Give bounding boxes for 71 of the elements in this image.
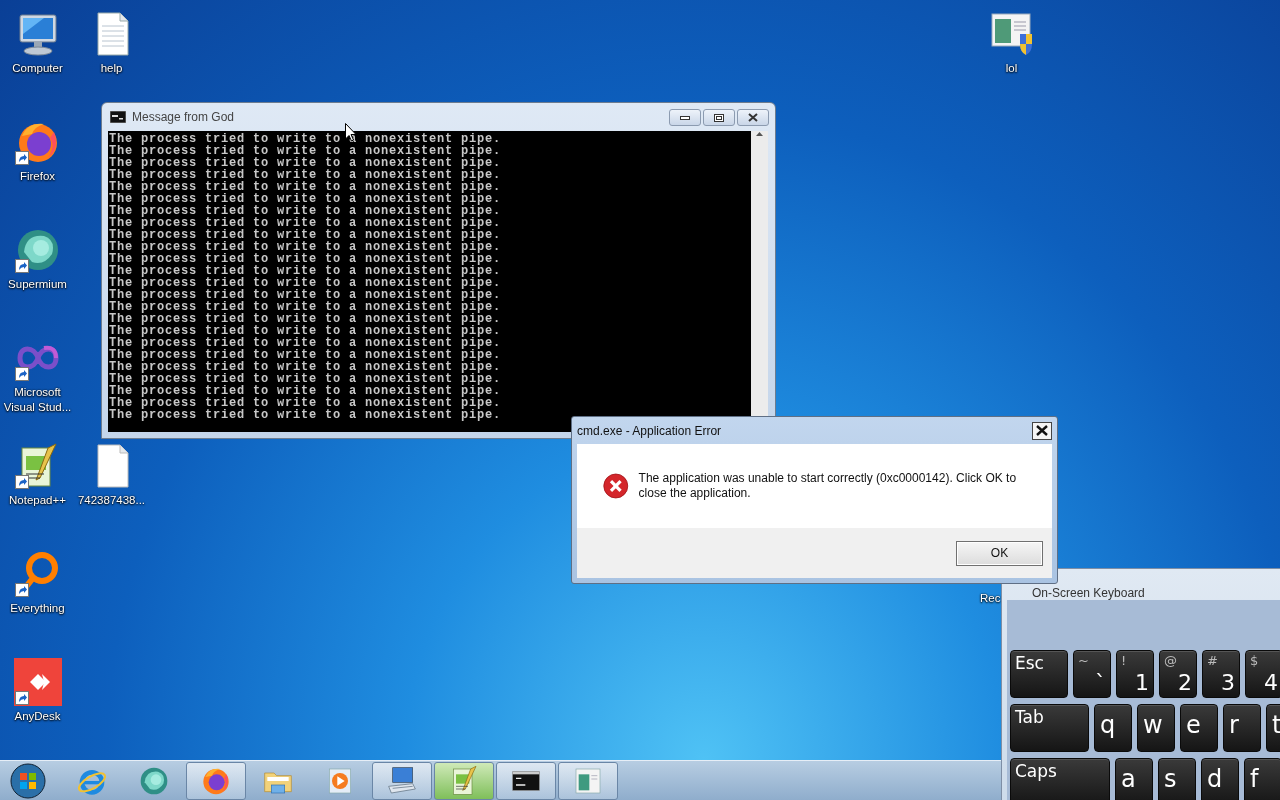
console-line: The process tried to write to a nonexistent pipe. [109, 169, 502, 181]
console-line: The process tried to write to a nonexistent pipe. [109, 397, 502, 409]
icon-label[interactable]: Firefox [19, 169, 56, 184]
console-line: The process tried to write to a nonexistent pipe. [109, 349, 502, 361]
minimize-button[interactable] [669, 109, 701, 126]
console-line: The process tried to write to a nonexistent pipe. [109, 217, 502, 229]
console-line: The process tried to write to a nonexistent pipe. [109, 325, 502, 337]
keyboard-key[interactable]: s [1158, 758, 1196, 800]
icon-label[interactable]: Rec [980, 591, 1001, 606]
close-button[interactable] [737, 109, 769, 126]
error-icon [603, 470, 629, 502]
icon-label[interactable]: Everything [10, 601, 65, 616]
dialog-title: cmd.exe - Application Error [577, 423, 722, 438]
keyboard-key[interactable]: r [1223, 704, 1261, 752]
window-title: Message from God [132, 110, 236, 124]
keyboard-monitor-icon [386, 764, 418, 797]
keyboard-key[interactable]: # 3 [1202, 650, 1240, 698]
window-title: On-Screen Keyboard [1031, 585, 1146, 600]
keyboard-key[interactable]: w [1137, 704, 1175, 752]
restore-icon [714, 113, 724, 122]
console-line: The process tried to write to a nonexistent pipe. [109, 157, 502, 169]
console-line: The process tried to write to a nonexistent pipe. [109, 409, 502, 421]
keyboard-key[interactable]: $ 4 [1245, 650, 1280, 698]
icon-label[interactable]: AnyDesk [14, 709, 61, 724]
console-line: The process tried to write to a nonexistent pipe. [109, 193, 502, 205]
keyboard-key[interactable]: ! 1 [1116, 650, 1154, 698]
start-orb-icon [9, 761, 47, 800]
console-line: The process tried to write to a nonexistent pipe. [109, 265, 502, 277]
icon-label[interactable]: help [100, 61, 123, 76]
console-line: The process tried to write to a nonexistent pipe. [109, 205, 502, 217]
ok-button[interactable]: OK [956, 540, 1043, 566]
diamond-logo-icon[interactable] [13, 658, 62, 706]
scroll-up-icon[interactable] [755, 131, 764, 137]
console-line: The process tried to write to a nonexistent pipe. [109, 385, 502, 397]
console-line: The process tried to write to a nonexistent pipe. [109, 253, 502, 265]
keyboard-key[interactable]: Caps [1010, 758, 1110, 800]
console-line: The process tried to write to a nonexistent pipe. [109, 313, 502, 325]
icon-label[interactable]: Notepad++ [9, 493, 66, 508]
icon-label[interactable]: lol [1005, 61, 1018, 76]
keyboard-key[interactable]: @ 2 [1159, 650, 1197, 698]
console-line: The process tried to write to a nonexistent pipe. [109, 181, 502, 193]
console-line: The process tried to write to a nonexistent pipe. [109, 289, 502, 301]
terminal-icon [110, 111, 126, 123]
icon-label[interactable]: Computer [12, 61, 63, 76]
keyboard-key[interactable]: t [1266, 704, 1280, 752]
console-line: The process tried to write to a nonexistent pipe. [109, 337, 502, 349]
keyboard-key[interactable]: q [1094, 704, 1132, 752]
close-icon [1036, 425, 1048, 436]
console-line: The process tried to write to a nonexistent pipe. [109, 301, 502, 313]
icon-label[interactable]: Supermium [8, 277, 67, 292]
icon-label[interactable]: Microsoft Visual Stud... [0, 385, 75, 415]
keyboard-key[interactable]: f [1244, 758, 1280, 800]
minimize-icon [680, 115, 690, 120]
console-line: The process tried to write to a nonexistent pipe. [109, 241, 502, 253]
keyboard-key[interactable]: Tab [1010, 704, 1089, 752]
console-line: The process tried to write to a nonexistent pipe. [109, 145, 502, 157]
console-line: The process tried to write to a nonexistent pipe. [109, 277, 502, 289]
taskbar-button[interactable] [496, 761, 556, 800]
console-line: The process tried to write to a nonexistent pipe. [109, 229, 502, 241]
error-message: The application was unable to start correctly (0xc0000142). Click OK to close the application. [638, 471, 1018, 501]
icon-label[interactable]: 742387438... [77, 493, 146, 508]
console-line: The process tried to write to a nonexistent pipe. [109, 361, 502, 373]
keyboard-key[interactable]: a [1115, 758, 1153, 800]
keyboard-key[interactable]: ~ ` [1073, 650, 1111, 698]
keyboard-key[interactable]: d [1201, 758, 1239, 800]
close-icon [748, 113, 758, 122]
keyboard-key[interactable]: e [1180, 704, 1218, 752]
close-button[interactable] [1032, 421, 1052, 440]
console-line: The process tried to write to a nonexistent pipe. [109, 373, 502, 385]
keyboard-key[interactable]: Esc [1010, 650, 1068, 698]
maximize-button[interactable] [703, 109, 735, 126]
